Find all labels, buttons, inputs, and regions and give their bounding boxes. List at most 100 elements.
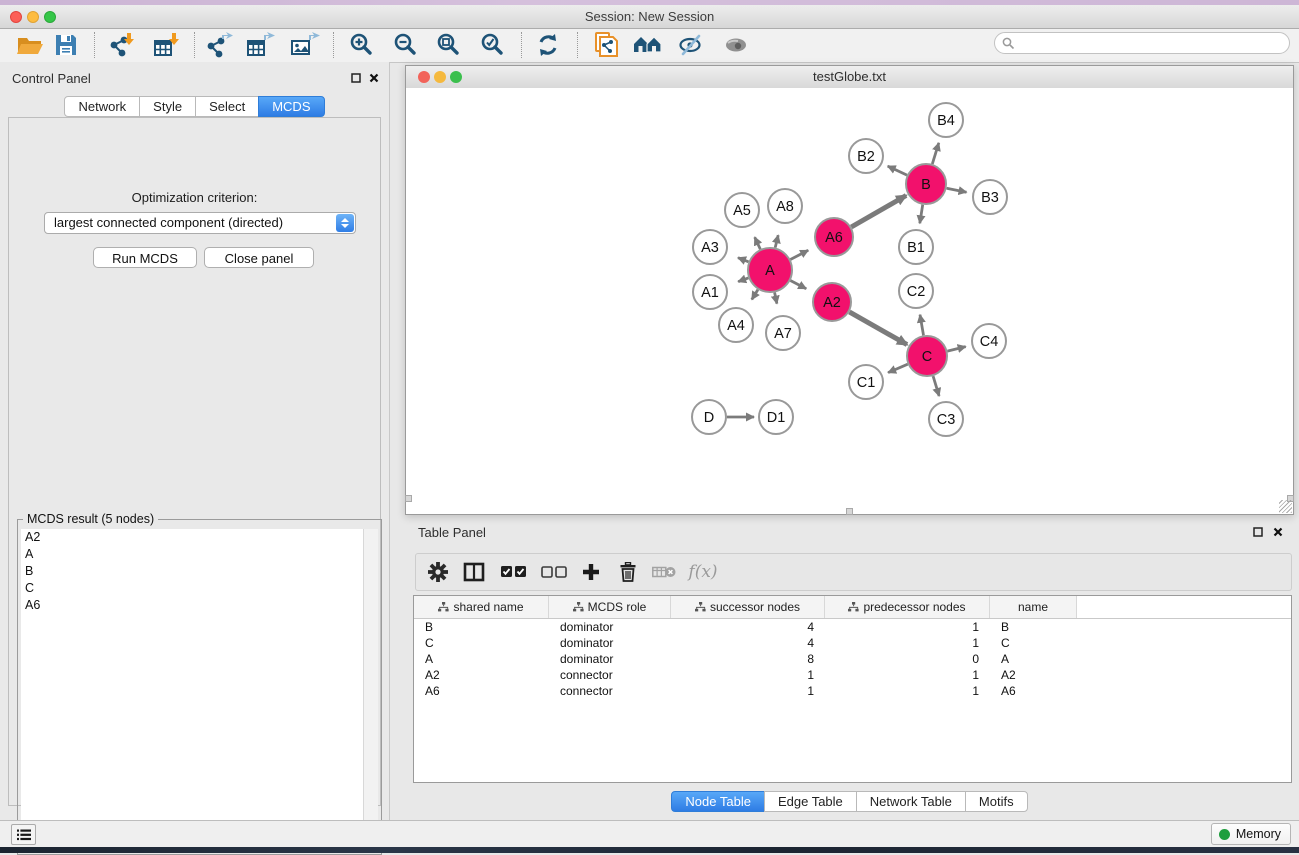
column-header-successor-nodes[interactable]: successor nodes: [671, 596, 825, 618]
eye-slash-icon: [678, 34, 704, 56]
list-icon: [17, 829, 31, 841]
edge-A-A1[interactable]: [738, 278, 748, 282]
clone-network-button[interactable]: [588, 30, 624, 60]
table-row[interactable]: Cdominator41C: [414, 635, 1291, 651]
show-view-button[interactable]: [718, 30, 754, 60]
export-image-button[interactable]: [287, 30, 323, 60]
refresh-button[interactable]: [530, 30, 566, 60]
float-panel-button[interactable]: [350, 72, 362, 84]
network-window-titlebar[interactable]: testGlobe.txt: [406, 66, 1293, 89]
import-table-button[interactable]: [149, 30, 185, 60]
edge-A-A8[interactable]: [775, 235, 778, 247]
table-row[interactable]: Bdominator41B: [414, 619, 1291, 635]
hide-details-button[interactable]: [673, 30, 709, 60]
export-table-button[interactable]: [243, 30, 279, 60]
panel-list-button[interactable]: [11, 824, 36, 845]
edge-B-B2[interactable]: [888, 166, 907, 175]
edge-A-A5[interactable]: [755, 237, 761, 249]
table-row[interactable]: A2connector11A2: [414, 667, 1291, 683]
close-panel-button[interactable]: [368, 72, 380, 84]
run-mcds-button[interactable]: Run MCDS: [93, 247, 197, 268]
column-header-name[interactable]: name: [990, 596, 1077, 618]
edge-A-A3[interactable]: [738, 258, 749, 262]
edge-C-C1[interactable]: [888, 364, 908, 372]
tab-style[interactable]: Style: [139, 96, 196, 117]
close-panel-button-inner[interactable]: Close panel: [204, 247, 314, 268]
resize-grip-bottom[interactable]: [846, 508, 853, 515]
tab-select[interactable]: Select: [195, 96, 259, 117]
home-button[interactable]: [630, 30, 666, 60]
delete-table-icon: [652, 565, 676, 579]
zoom-fit-button[interactable]: [431, 30, 467, 60]
table-cell: dominator: [549, 619, 671, 635]
zoom-in-button[interactable]: [344, 30, 380, 60]
mcds-result-list[interactable]: A2ABCA6: [21, 529, 378, 851]
mcds-result-item[interactable]: A6: [21, 597, 378, 614]
column-header-shared-name[interactable]: shared name: [414, 596, 549, 618]
mcds-result-item[interactable]: C: [21, 580, 378, 597]
scrollbar-track[interactable]: [363, 529, 378, 851]
tab-mcds[interactable]: MCDS: [258, 96, 324, 117]
mcds-result-item[interactable]: B: [21, 563, 378, 580]
mcds-result-title: MCDS result (5 nodes): [23, 512, 158, 526]
delete-column-button[interactable]: [613, 558, 643, 586]
edge-A6-B[interactable]: [851, 196, 906, 228]
clear-selection-button[interactable]: [539, 558, 569, 586]
close-panel-button[interactable]: [1272, 526, 1284, 538]
edge-A2-C[interactable]: [849, 312, 907, 345]
resize-grip-left[interactable]: [405, 495, 412, 502]
table-row[interactable]: Adominator80A: [414, 651, 1291, 667]
toolbar-separator: [521, 32, 522, 58]
edge-C-C4[interactable]: [947, 347, 965, 352]
network-canvas[interactable]: B4B2BB3A8A5A6B1A3AA1C2A2A4A7C4CC1DD1C3: [406, 88, 1293, 514]
mcds-result-item[interactable]: A: [21, 546, 378, 563]
criterion-select[interactable]: largest connected component (directed): [44, 212, 356, 234]
tab-edge-table[interactable]: Edge Table: [764, 791, 857, 812]
tab-network[interactable]: Network: [64, 96, 140, 117]
select-all-button[interactable]: [499, 558, 529, 586]
table-cell: C: [990, 635, 1077, 651]
node-label-C1: C1: [857, 375, 876, 391]
memory-label: Memory: [1236, 827, 1281, 841]
edge-A-A7[interactable]: [775, 293, 777, 304]
import-network-button[interactable]: [104, 30, 140, 60]
function-builder-button[interactable]: f(x): [684, 558, 722, 586]
checked-checkboxes-icon: [501, 566, 527, 578]
edge-A-A2[interactable]: [790, 281, 806, 289]
node-label-B2: B2: [857, 149, 875, 165]
table-settings-button[interactable]: [423, 558, 453, 586]
tab-node-table[interactable]: Node Table: [671, 791, 765, 812]
zoom-out-button[interactable]: [388, 30, 424, 60]
table-cell: 1: [671, 683, 825, 699]
edge-B-B3[interactable]: [947, 188, 967, 192]
table-row[interactable]: A6connector11A6: [414, 683, 1291, 699]
delete-table-button[interactable]: [649, 558, 679, 586]
mcds-result-item[interactable]: A2: [21, 529, 378, 546]
table-cell: C: [414, 635, 549, 651]
node-label-A7: A7: [774, 326, 792, 342]
edge-A-A6[interactable]: [790, 250, 808, 259]
edge-C-C2[interactable]: [920, 315, 924, 336]
search-input[interactable]: [994, 32, 1290, 54]
edge-C-C3[interactable]: [933, 376, 939, 396]
edge-B-B1[interactable]: [920, 205, 923, 224]
toolbar-separator: [194, 32, 195, 58]
zoom-selected-button[interactable]: [475, 30, 511, 60]
copy-document-icon: [593, 31, 619, 59]
column-header-mcds-role[interactable]: MCDS role: [549, 596, 671, 618]
save-session-button[interactable]: [48, 30, 84, 60]
add-column-button[interactable]: [576, 558, 606, 586]
show-columns-button[interactable]: [459, 558, 489, 586]
mcds-tab-content: Optimization criterion: largest connecte…: [8, 117, 381, 806]
export-network-button[interactable]: [201, 30, 237, 60]
float-panel-button[interactable]: [1252, 526, 1264, 538]
edge-B-B4[interactable]: [932, 143, 939, 164]
criterion-value: largest connected component (directed): [54, 213, 283, 233]
tab-network-table[interactable]: Network Table: [856, 791, 966, 812]
tab-motifs[interactable]: Motifs: [965, 791, 1028, 812]
open-file-button[interactable]: [12, 30, 48, 60]
memory-button[interactable]: Memory: [1211, 823, 1291, 845]
edge-A-A4[interactable]: [752, 290, 758, 300]
column-header-predecessor-nodes[interactable]: predecessor nodes: [825, 596, 990, 618]
resize-corner-handle[interactable]: [1279, 500, 1292, 513]
